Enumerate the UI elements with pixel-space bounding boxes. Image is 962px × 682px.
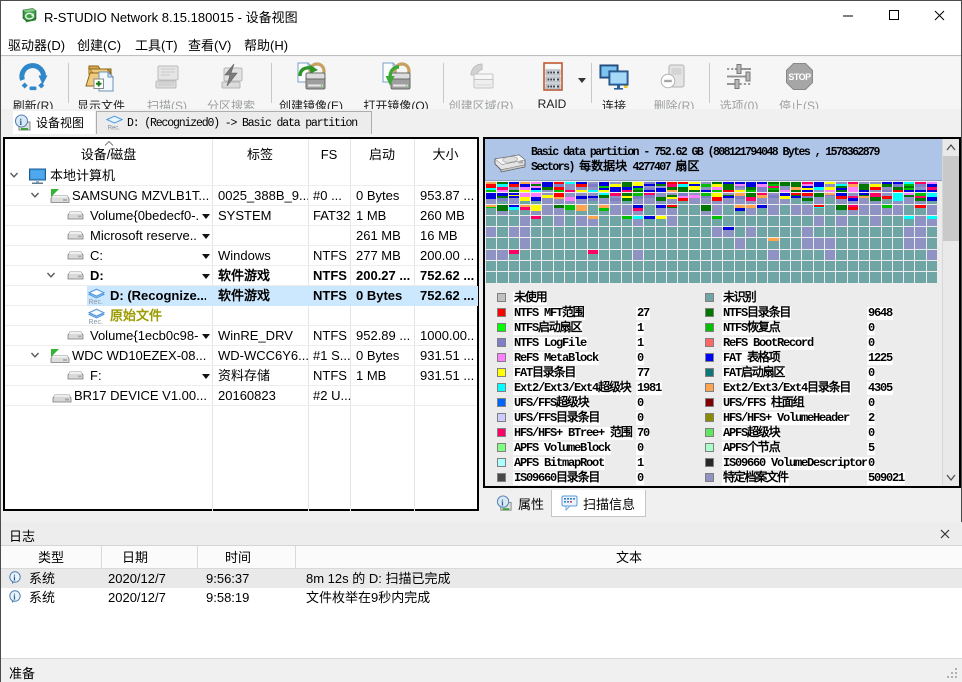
svg-text:Rec.: Rec.	[89, 299, 103, 305]
svg-text:STOP: STOP	[788, 72, 811, 82]
svg-text:Rec.: Rec.	[89, 319, 103, 325]
svg-text:Rec.: Rec.	[108, 125, 121, 131]
